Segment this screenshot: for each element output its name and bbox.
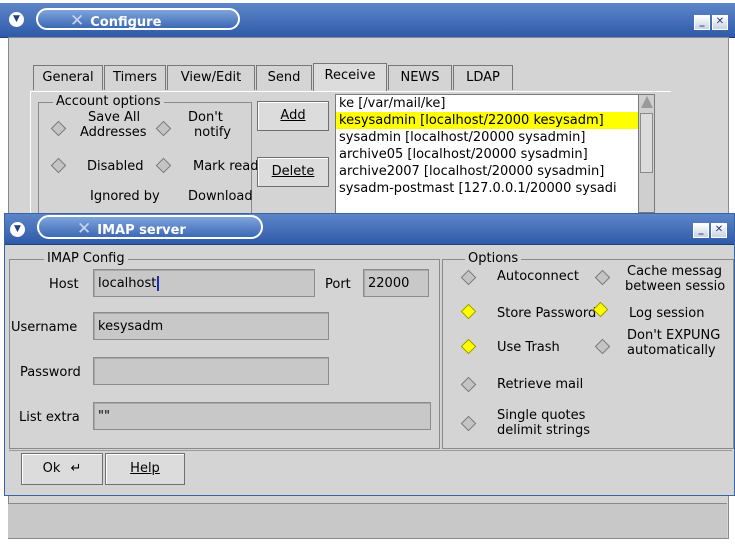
accounts-scrollbar[interactable] (638, 94, 655, 213)
delete-button[interactable]: Delete (257, 157, 329, 187)
tab-news[interactable]: NEWS (388, 65, 452, 90)
mark-read-label: Mark read (193, 159, 259, 174)
save-all-label-2: Addresses (80, 125, 147, 140)
account-options-label: Account options (53, 94, 164, 109)
text-cursor (157, 276, 160, 291)
password-input[interactable] (93, 357, 329, 385)
download-label: Download (188, 189, 253, 204)
save-all-label-1: Save All (88, 110, 141, 125)
scroll-up-icon[interactable] (641, 96, 653, 108)
tab-timers[interactable]: Timers (104, 65, 166, 90)
close-icon[interactable]: ✕ (712, 15, 728, 30)
imap-titlebar[interactable]: ▼ ✕ IMAP server _ ✕ (5, 214, 734, 245)
configure-title-pill: ✕ Configure (36, 8, 240, 31)
minimize-icon[interactable]: _ (694, 15, 710, 30)
single-quotes-label-1: Single quotes (497, 408, 586, 423)
dont-expunge-label-1: Don't EXPUNG (627, 328, 721, 343)
tab-general[interactable]: General (33, 65, 103, 90)
imap-title: IMAP server (97, 223, 186, 238)
scrollbar-thumb[interactable] (640, 113, 653, 173)
cache-messages-label-1: Cache messag (627, 264, 722, 279)
dont-notify-label-2: notify (194, 125, 231, 140)
host-input[interactable]: localhost (93, 269, 315, 297)
add-button[interactable]: Add (257, 101, 329, 131)
imap-config-label: IMAP Config (44, 251, 128, 266)
autoconnect-label: Autoconnect (497, 269, 580, 284)
retrieve-mail-label: Retrieve mail (497, 377, 584, 392)
imap-window: ▼ ✕ IMAP server _ ✕ IMAP Config Host loca… (4, 213, 735, 496)
list-item[interactable]: archive2007 [localhost/20000 sysadmin] (336, 163, 639, 180)
configure-title: Configure (90, 15, 162, 30)
list-extra-input[interactable]: "" (93, 402, 431, 430)
dont-expunge-label-2: automatically (627, 343, 716, 358)
tab-bar: General Timers View/Edit Send Receive NE… (33, 63, 513, 92)
enter-arrow-icon: ↵ (70, 461, 82, 476)
options-label: Options (465, 251, 522, 266)
accounts-list[interactable]: ke [/var/mail/ke] kesysadmin [localhost/… (335, 94, 640, 215)
list-item[interactable]: sysadm-postmast [127.0.0.1/20000 sysadi (336, 180, 639, 197)
list-item[interactable]: archive05 [localhost/20000 sysadmin] (336, 146, 639, 163)
window-menu-icon[interactable]: ▼ (9, 12, 24, 27)
ok-button[interactable]: Ok ↵ (21, 453, 103, 485)
help-button[interactable]: Help (105, 453, 185, 485)
cache-messages-label-2: between sessio (625, 279, 726, 294)
tab-send[interactable]: Send (256, 65, 312, 90)
tab-ldap[interactable]: LDAP (453, 65, 513, 90)
password-label: Password (20, 365, 81, 380)
x-logo-icon: ✕ (77, 219, 92, 239)
username-label: Username (11, 320, 78, 335)
use-trash-label: Use Trash (497, 340, 560, 355)
list-item[interactable]: sysadmin [localhost/20000 sysadmin] (336, 129, 639, 146)
tab-view-edit[interactable]: View/Edit (167, 65, 255, 90)
imap-close-icon[interactable]: ✕ (711, 223, 727, 238)
host-label: Host (49, 277, 79, 292)
disabled-label: Disabled (87, 159, 144, 174)
ignored-by-label: Ignored by (90, 189, 160, 204)
imap-title-pill: ✕ IMAP server (37, 215, 263, 239)
tab-receive[interactable]: Receive (313, 63, 387, 91)
username-input[interactable]: kesysadm (93, 312, 329, 340)
log-session-label: Log session (629, 306, 705, 321)
list-extra-label: List extra (19, 410, 80, 425)
single-quotes-label-2: delimit strings (497, 423, 591, 438)
list-item[interactable]: ke [/var/mail/ke] (336, 95, 639, 112)
configure-titlebar[interactable]: ▼ ✕ Configure _ ✕ (0, 3, 735, 38)
x-logo-icon: ✕ (70, 11, 85, 31)
configure-bottom-strip (8, 503, 727, 538)
imap-window-menu-icon[interactable]: ▼ (10, 222, 25, 237)
list-item-selected[interactable]: kesysadmin [localhost/22000 kesysadm] (336, 112, 639, 129)
dont-notify-label-1: Don't (188, 110, 223, 125)
store-password-label: Store Password (497, 306, 597, 321)
port-label: Port (325, 277, 351, 292)
port-input[interactable]: 22000 (363, 269, 429, 297)
imap-minimize-icon[interactable]: _ (693, 223, 709, 238)
